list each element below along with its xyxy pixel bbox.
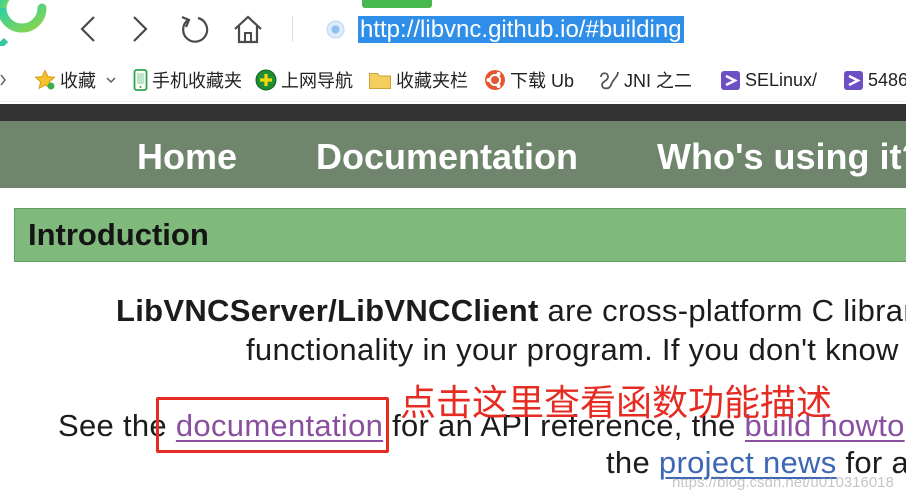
back-button[interactable]	[78, 14, 98, 44]
bookmarks-scroll-chevron-icon[interactable]	[0, 74, 7, 86]
intro-line-4-prefix: the	[606, 445, 659, 480]
bookmark-favorites[interactable]: 收藏	[34, 62, 116, 98]
site-security-icon[interactable]	[326, 20, 345, 39]
intro-line-1-text: are cross-platform C librari	[538, 293, 906, 328]
address-bar-input[interactable]: http://libvnc.github.io/#building	[358, 16, 694, 43]
home-icon	[234, 15, 262, 44]
chevron-down-icon[interactable]	[106, 77, 116, 83]
phone-icon	[133, 69, 148, 91]
forward-button[interactable]	[130, 14, 150, 44]
bookmark-label: 收藏夹栏	[396, 71, 468, 91]
section-title: Introduction	[28, 217, 209, 252]
bookmark-label: 手机收藏夹	[152, 71, 242, 91]
bookmark-favorites-bar-folder[interactable]: 收藏夹栏	[368, 62, 468, 98]
bookmark-selinux[interactable]: SELinux/	[720, 62, 817, 98]
intro-lead-bold: LibVNCServer/LibVNCClient	[116, 293, 539, 328]
purple-site-icon	[843, 70, 864, 91]
ubuntu-icon	[484, 69, 506, 91]
site-top-band	[0, 104, 906, 121]
annotation-text: 点击这里查看函数功能描述	[400, 383, 833, 423]
bookmark-web-navigation[interactable]: 上网导航	[255, 62, 353, 98]
folder-icon	[368, 70, 392, 90]
refresh-icon	[181, 15, 209, 43]
bookmark-download-ubuntu[interactable]: 下载 Ub	[484, 62, 574, 98]
browser-toolbar: http://libvnc.github.io/#building	[0, 0, 906, 60]
bookmark-label: 上网导航	[281, 71, 353, 91]
nav-whos-using-it[interactable]: Who's using it?	[657, 137, 906, 177]
navigation-plus-icon	[255, 69, 277, 91]
browser-logo-icon[interactable]	[0, 0, 52, 46]
promo-tab[interactable]	[362, 0, 432, 8]
nav-documentation[interactable]: Documentation	[316, 137, 616, 177]
bookmark-mobile-favorites[interactable]: 手机收藏夹	[133, 62, 242, 98]
star-icon	[34, 69, 56, 91]
bookmark-5486[interactable]: 5486	[843, 62, 906, 98]
chevron-left-icon	[80, 16, 95, 42]
chevron-right-icon	[133, 16, 148, 42]
intro-line-1: LibVNCServer/LibVNCClient are cross-plat…	[116, 292, 906, 330]
watermark: https://blog.csdn.net/u010316018	[672, 474, 894, 491]
nav-home[interactable]: Home	[137, 137, 257, 177]
bookmark-label: 下载 Ub	[510, 71, 575, 91]
site-nav-bar: Home Documentation Who's using it?	[0, 121, 906, 188]
intro-line-2-text: functionality in your program. If you do…	[246, 332, 899, 367]
bookmark-label: SELinux/	[745, 69, 818, 90]
toolbar-divider	[292, 16, 293, 42]
bookmark-label: 5486	[868, 69, 906, 90]
bookmark-label: JNI 之二	[624, 71, 693, 91]
section-header-introduction: Introduction	[14, 208, 906, 262]
annotation-highlight-box	[156, 397, 389, 453]
home-button[interactable]	[232, 13, 264, 45]
bookmark-label: 收藏	[60, 71, 96, 91]
intro-line-2: functionality in your program. If you do…	[246, 331, 906, 369]
bookmark-jni[interactable]: JNI 之二	[598, 62, 692, 98]
bookmarks-bar: 收藏 手机收藏夹 上网导航 收藏夹栏 下载 Ub JNI 之二 SELinux/…	[0, 60, 906, 102]
refresh-button[interactable]	[178, 13, 210, 45]
swirl-icon	[598, 69, 620, 91]
purple-site-icon	[720, 70, 741, 91]
url-text-selected: http://libvnc.github.io/#building	[358, 16, 684, 43]
